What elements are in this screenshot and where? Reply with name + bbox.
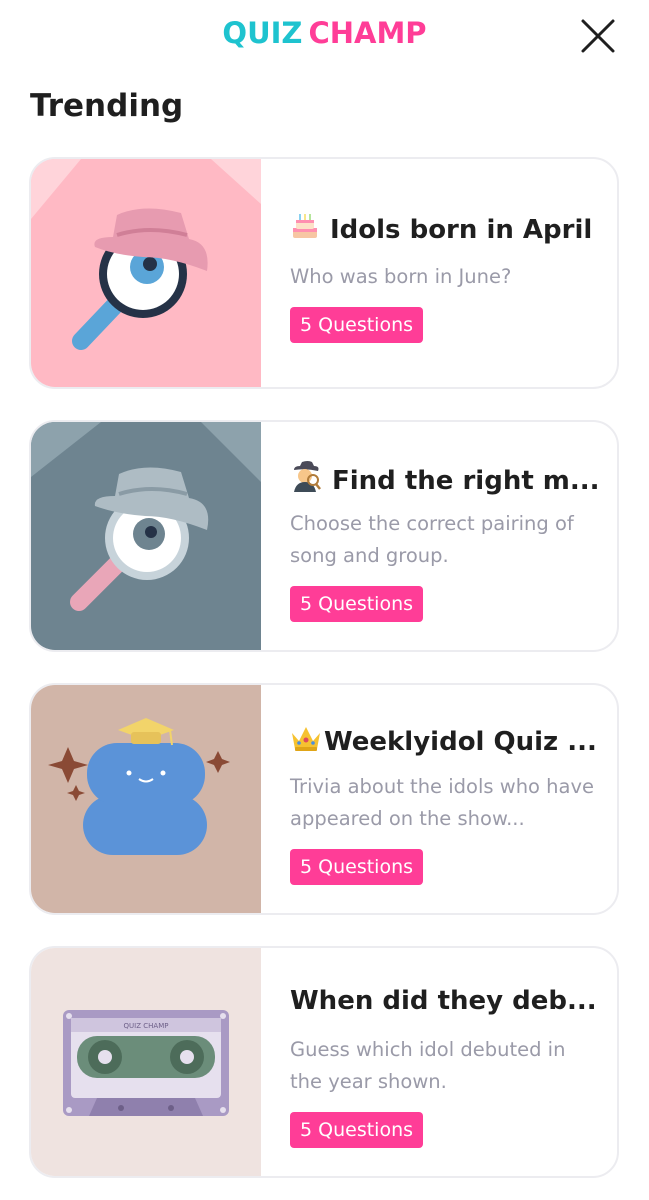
quiz-card-body: Weeklyidol Quiz ... Trivia about the ido…	[290, 685, 599, 913]
logo-champ-text: CHAMP	[308, 16, 427, 50]
detective-eye-icon	[31, 422, 261, 611]
quiz-title-text: Weeklyidol Quiz ...	[324, 727, 597, 757]
quiz-card-body: When did they deb... Guess which idol de…	[290, 948, 599, 1176]
quiz-card-body: Find the right m... Choose the correct p…	[290, 422, 599, 650]
birthday-cake-icon	[290, 211, 320, 248]
quiz-description: Choose the correct pairing of song and g…	[290, 512, 574, 567]
quiz-thumbnail	[31, 685, 261, 913]
quiz-title-text: When did they deb...	[290, 986, 597, 1016]
question-count-badge: 5 Questions	[290, 586, 424, 622]
quiz-title-text: Find the right m...	[332, 466, 599, 496]
detective-icon	[290, 460, 322, 499]
quiz-description: Guess which idol debuted in the year sho…	[290, 1038, 566, 1093]
cassette-tape-icon: QUIZ CHAMP	[63, 1010, 229, 1116]
graduate-blob-icon	[48, 718, 230, 855]
quiz-card-body: Idols born in April Who was born in June…	[290, 159, 599, 387]
section-title: Trending	[30, 88, 184, 124]
quiz-description: Who was born in June?	[290, 265, 512, 288]
close-icon	[581, 19, 615, 53]
quiz-description: Trivia about the idols who have appeared…	[290, 775, 595, 830]
app-header: QUIZ CHAMP	[0, 0, 649, 72]
quiz-card-idols-born-april[interactable]: Idols born in April Who was born in June…	[29, 157, 619, 389]
quiz-title: Find the right m...	[290, 460, 599, 499]
quiz-title: When did they deb...	[290, 986, 599, 1016]
detective-eye-icon	[31, 159, 261, 350]
quiz-card-debut-year[interactable]: QUIZ CHAMP When did they deb... Guess wh…	[29, 946, 619, 1178]
app-logo: QUIZ CHAMP	[0, 16, 649, 50]
close-button[interactable]	[578, 16, 618, 56]
quiz-card-weeklyidol[interactable]: Weeklyidol Quiz ... Trivia about the ido…	[29, 683, 619, 915]
quiz-title: Idols born in April	[290, 211, 599, 248]
crown-icon	[290, 723, 322, 760]
logo-quiz-text: QUIZ	[222, 16, 303, 50]
quiz-thumbnail	[31, 422, 261, 650]
quiz-thumbnail	[31, 159, 261, 387]
quiz-title: Weeklyidol Quiz ...	[290, 723, 599, 760]
question-count-badge: 5 Questions	[290, 1112, 424, 1148]
cassette-label: QUIZ CHAMP	[124, 1022, 169, 1030]
question-count-badge: 5 Questions	[290, 849, 424, 885]
quiz-card-find-the-right-match[interactable]: Find the right m... Choose the correct p…	[29, 420, 619, 652]
quiz-title-text: Idols born in April	[330, 215, 593, 245]
question-count-badge: 5 Questions	[290, 307, 424, 343]
quiz-thumbnail: QUIZ CHAMP	[31, 948, 261, 1176]
